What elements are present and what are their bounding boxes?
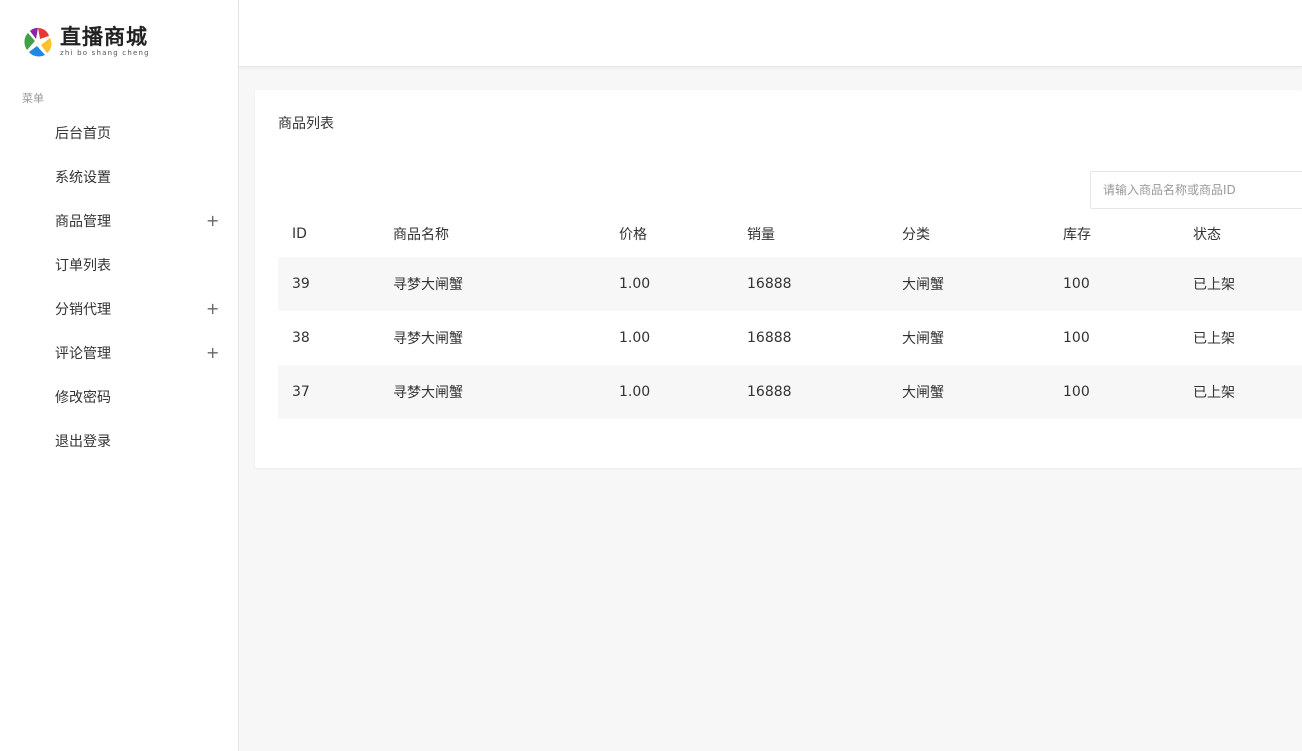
sidebar: 直播商城 zhi bo shang cheng 菜单 后台首页 系统设置 商品管… (0, 0, 239, 751)
cell-category: 大闸蟹 (902, 277, 944, 293)
expand-plus-icon[interactable]: + (206, 213, 219, 229)
sidebar-item-label: 修改密码 (55, 390, 111, 406)
sidebar-item-label: 评论管理 (55, 346, 111, 362)
cell-id: 37 (292, 384, 310, 400)
table-row[interactable]: 37 寻梦大闸蟹 1.00 16888 大闸蟹 100 已上架 (278, 365, 1302, 419)
brand-logo[interactable]: 直播商城 zhi bo shang cheng (20, 22, 150, 62)
column-header-sales[interactable]: 销量 (733, 211, 888, 257)
cell-name: 寻梦大闸蟹 (393, 331, 463, 347)
sidebar-item-comment-management[interactable]: 评论管理 + (0, 331, 238, 375)
table-row[interactable]: 39 寻梦大闸蟹 1.00 16888 大闸蟹 100 已上架 (278, 257, 1302, 311)
menu-title: 菜单 (22, 92, 44, 105)
sidebar-item-distribution-agents[interactable]: 分销代理 + (0, 287, 238, 331)
cell-price: 1.00 (619, 330, 651, 346)
sidebar-item-order-list[interactable]: 订单列表 (0, 243, 238, 287)
cell-category: 大闸蟹 (902, 385, 944, 401)
cell-stock: 100 (1063, 384, 1090, 400)
sidebar-item-change-password[interactable]: 修改密码 (0, 375, 238, 419)
cell-price: 1.00 (619, 384, 651, 400)
search-input[interactable] (1090, 171, 1302, 209)
cell-status[interactable]: 已上架 (1179, 257, 1302, 311)
cell-status[interactable]: 已上架 (1179, 311, 1302, 365)
brand-title: 直播商城 (60, 24, 148, 49)
sidebar-item-label: 退出登录 (55, 434, 111, 450)
logo-icon (24, 28, 52, 57)
column-header-stock[interactable]: 库存 (1049, 211, 1179, 257)
cell-id: 39 (292, 276, 310, 292)
sidebar-item-dashboard[interactable]: 后台首页 (0, 111, 238, 155)
column-header-status[interactable]: 状态 (1179, 211, 1302, 257)
column-header-price[interactable]: 价格 (605, 211, 733, 257)
cell-sales: 16888 (747, 330, 792, 346)
cell-name: 寻梦大闸蟹 (393, 277, 463, 293)
sidebar-menu: 后台首页 系统设置 商品管理 + 订单列表 分销代理 + 评论管理 + 修改密码… (0, 111, 238, 463)
expand-plus-icon[interactable]: + (206, 345, 219, 361)
sidebar-item-system-settings[interactable]: 系统设置 (0, 155, 238, 199)
sidebar-item-label: 后台首页 (55, 126, 111, 142)
top-bar (239, 0, 1302, 67)
brand-subtitle: zhi bo shang cheng (60, 49, 150, 57)
expand-plus-icon[interactable]: + (206, 301, 219, 317)
goods-table: ID 商品名称 价格 销量 分类 库存 状态 39 寻梦大闸蟹 1.00 168… (278, 211, 1302, 419)
table-row[interactable]: 38 寻梦大闸蟹 1.00 16888 大闸蟹 100 已上架 (278, 311, 1302, 365)
column-header-category[interactable]: 分类 (888, 211, 1049, 257)
cell-name: 寻梦大闸蟹 (393, 385, 463, 401)
cell-sales: 16888 (747, 384, 792, 400)
card-title: 商品列表 (278, 116, 334, 132)
sidebar-item-label: 商品管理 (55, 214, 111, 230)
cell-stock: 100 (1063, 276, 1090, 292)
cell-category: 大闸蟹 (902, 331, 944, 347)
goods-list-card: 商品列表 ID 商品名称 价格 销量 分类 库存 状态 39 寻梦大闸蟹 1.0… (255, 90, 1302, 468)
column-header-name[interactable]: 商品名称 (379, 211, 605, 257)
sidebar-item-label: 系统设置 (55, 170, 111, 186)
cell-price: 1.00 (619, 276, 651, 292)
sidebar-item-label: 分销代理 (55, 302, 111, 318)
sidebar-item-goods-management[interactable]: 商品管理 + (0, 199, 238, 243)
column-header-id[interactable]: ID (278, 211, 379, 257)
cell-sales: 16888 (747, 276, 792, 292)
table-header-row: ID 商品名称 价格 销量 分类 库存 状态 (278, 211, 1302, 257)
sidebar-item-label: 订单列表 (55, 258, 111, 274)
cell-stock: 100 (1063, 330, 1090, 346)
sidebar-item-logout[interactable]: 退出登录 (0, 419, 238, 463)
cell-status[interactable]: 已上架 (1179, 365, 1302, 419)
brand-text: 直播商城 zhi bo shang cheng (60, 26, 150, 58)
cell-id: 38 (292, 330, 310, 346)
